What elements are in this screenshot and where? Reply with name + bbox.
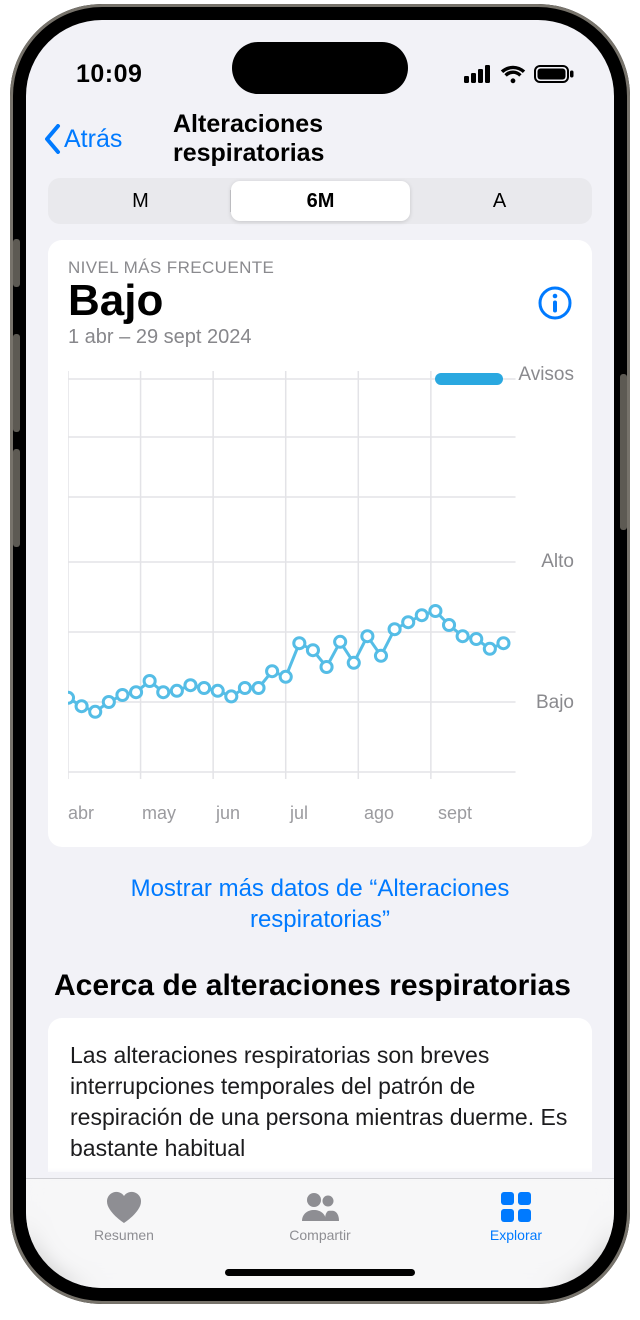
- nav-bar: Atrás Alteraciones respiratorias: [26, 112, 614, 166]
- grid-icon: [496, 1189, 536, 1225]
- x-tick: ago: [364, 803, 394, 824]
- x-tick: jul: [290, 803, 308, 824]
- x-tick: abr: [68, 803, 94, 824]
- x-tick: sept: [438, 803, 472, 824]
- screen: 10:09 Atrás Alteraciones respiratorias M…: [26, 20, 614, 1288]
- y-label-avisos: Avisos: [518, 364, 574, 386]
- range-segmented-control[interactable]: M 6M A: [48, 178, 592, 224]
- content-scroll[interactable]: M 6M A NIVEL MÁS FRECUENTE Bajo 1 abr – …: [26, 170, 614, 1178]
- summary-label: NIVEL MÁS FRECUENTE: [68, 258, 572, 278]
- tab-label: Resumen: [94, 1227, 154, 1243]
- home-indicator[interactable]: [225, 1269, 415, 1276]
- line-chart: [68, 367, 572, 827]
- wifi-icon: [500, 64, 526, 84]
- chart-area[interactable]: Avisos Alto Bajo abr may jun jul ago sept: [68, 367, 572, 827]
- power-button: [620, 374, 627, 530]
- about-title: Acerca de alteraciones respiratorias: [26, 962, 614, 1018]
- segment-m[interactable]: M: [51, 181, 230, 221]
- alerts-range-marker: [435, 373, 503, 385]
- chevron-left-icon: [44, 124, 62, 154]
- battery-icon: [534, 65, 574, 83]
- status-time: 10:09: [76, 60, 142, 89]
- segment-a[interactable]: A: [410, 181, 589, 221]
- tab-resumen[interactable]: Resumen: [26, 1179, 222, 1288]
- summary-card: NIVEL MÁS FRECUENTE Bajo 1 abr – 29 sept…: [48, 240, 592, 847]
- back-label: Atrás: [64, 125, 122, 154]
- phone-frame: 10:09 Atrás Alteraciones respiratorias M…: [10, 4, 630, 1304]
- about-body: Las alteraciones respiratorias son breve…: [70, 1040, 570, 1164]
- heart-icon: [104, 1189, 144, 1225]
- tab-label: Compartir: [289, 1227, 350, 1243]
- volume-down-button: [13, 449, 20, 547]
- silence-switch: [13, 239, 20, 287]
- summary-value: Bajo: [68, 278, 251, 324]
- x-tick: jun: [216, 803, 240, 824]
- y-label-bajo: Bajo: [536, 692, 574, 714]
- page-title: Alteraciones respiratorias: [173, 110, 467, 168]
- x-axis-labels: abr may jun jul ago sept: [68, 803, 512, 827]
- volume-up-button: [13, 334, 20, 432]
- y-label-alto: Alto: [541, 551, 574, 573]
- show-more-link[interactable]: Mostrar más datos de “Alteraciones respi…: [26, 847, 614, 961]
- about-card: Las alteraciones respiratorias son breve…: [48, 1018, 592, 1172]
- people-icon: [300, 1189, 340, 1225]
- status-icons: [464, 64, 574, 84]
- tab-explorar[interactable]: Explorar: [418, 1179, 614, 1288]
- info-icon[interactable]: [538, 286, 572, 320]
- cellular-icon: [464, 65, 492, 83]
- x-tick: may: [142, 803, 176, 824]
- summary-range: 1 abr – 29 sept 2024: [68, 326, 251, 349]
- tab-label: Explorar: [490, 1227, 542, 1243]
- dynamic-island: [232, 42, 408, 94]
- segment-6m[interactable]: 6M: [231, 181, 410, 221]
- back-button[interactable]: Atrás: [44, 124, 122, 154]
